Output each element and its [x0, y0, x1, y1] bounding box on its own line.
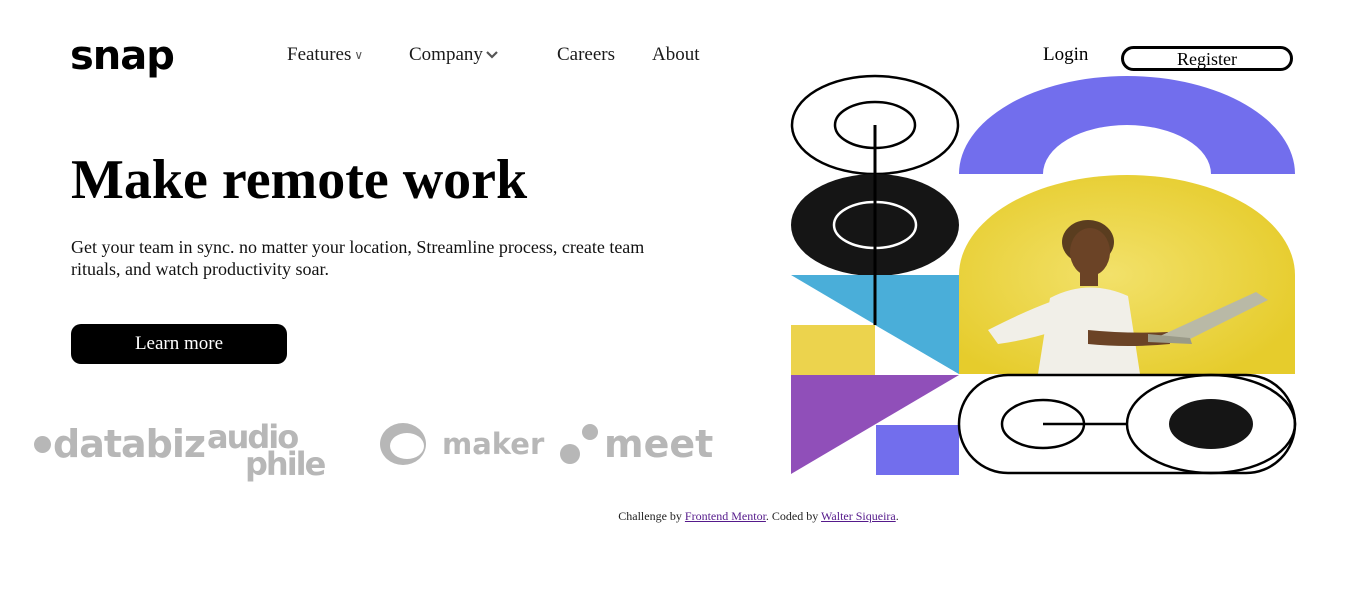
nav-careers[interactable]: Careers: [557, 44, 615, 66]
login-link[interactable]: Login: [1043, 44, 1088, 66]
meet-wordmark: meet: [604, 422, 714, 466]
hero-description: Get your team in sync. no matter your lo…: [71, 237, 645, 279]
nav-about[interactable]: About: [652, 44, 700, 66]
databiz-wordmark: databiz: [53, 422, 206, 466]
author-link[interactable]: Walter Siqueira: [821, 509, 896, 523]
purple-arch: [959, 76, 1295, 174]
footer-middle: . Coded by: [765, 509, 822, 523]
maker-mark-icon: [380, 423, 426, 465]
footer-prefix: Challenge by: [618, 509, 685, 523]
databiz-dot-icon: [34, 435, 51, 453]
chevron-down-icon: ∨: [354, 48, 364, 62]
meet-dots-icon: [560, 422, 600, 466]
nav-features-label: Features: [287, 44, 352, 65]
purple-square: [876, 425, 959, 475]
learn-more-button[interactable]: Learn more: [71, 324, 287, 364]
nav-features[interactable]: Features ∨: [287, 44, 363, 66]
pill-right-dot: [1169, 399, 1253, 449]
footer-attribution: Challenge by Frontend Mentor. Coded by W…: [0, 509, 1365, 524]
nav-company[interactable]: Company: [409, 44, 498, 66]
client-logo-maker: maker: [380, 418, 544, 470]
footer-suffix: .: [895, 509, 899, 523]
client-logo-audiophile: audio phile: [207, 421, 326, 480]
register-button[interactable]: Register: [1121, 46, 1293, 71]
hero-illustration: [790, 74, 1297, 475]
maker-wordmark: maker: [442, 427, 545, 461]
chevron-down-icon: [486, 48, 498, 62]
nav-company-label: Company: [409, 44, 483, 65]
frontend-mentor-link[interactable]: Frontend Mentor: [685, 509, 766, 523]
logo[interactable]: snap: [70, 36, 175, 76]
client-logo-databiz: databiz: [34, 418, 206, 470]
page-title: Make remote work: [71, 149, 528, 211]
yellow-square: [791, 325, 875, 375]
client-logo-meet: meet: [560, 418, 713, 470]
